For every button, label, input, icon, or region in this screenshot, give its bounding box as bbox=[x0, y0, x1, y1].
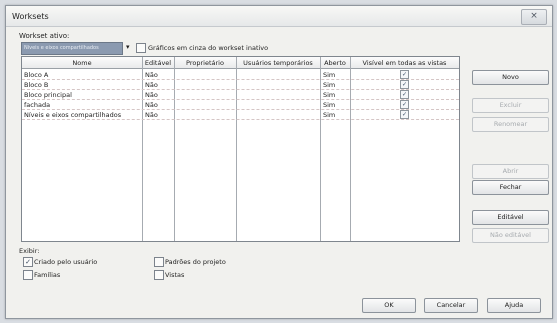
chevron-down-icon[interactable]: ▾ bbox=[126, 43, 130, 51]
row-visible-checkbox[interactable]: ✓ bbox=[400, 110, 409, 119]
created-by-user-checkbox[interactable]: ✓ bbox=[23, 257, 33, 267]
cancel-button[interactable]: Cancelar bbox=[424, 298, 478, 313]
row-open[interactable]: Sim bbox=[323, 101, 335, 109]
table-header: Nome Editável Proprietário Usuários temp… bbox=[22, 57, 459, 69]
header-temp-users: Usuários temporários bbox=[243, 59, 313, 67]
families-checkbox[interactable] bbox=[23, 270, 33, 280]
worksets-dialog: Worksets × Workset ativo: Níveis e eixos… bbox=[5, 5, 553, 319]
active-workset-select[interactable]: Níveis e eixos compartilhados bbox=[21, 42, 123, 55]
row-visible-checkbox[interactable]: ✓ bbox=[400, 80, 409, 89]
open-button[interactable]: Abrir bbox=[472, 164, 549, 179]
row-editable[interactable]: Não bbox=[145, 91, 158, 99]
row-name: Bloco principal bbox=[24, 91, 72, 99]
gray-inactive-checkbox[interactable] bbox=[136, 43, 146, 53]
active-workset-label: Workset ativo: bbox=[19, 32, 70, 40]
header-name: Nome bbox=[72, 59, 92, 67]
rename-button[interactable]: Renomear bbox=[472, 117, 549, 132]
gray-inactive-label: Gráficos em cinza do workset inativo bbox=[148, 44, 269, 52]
delete-button[interactable]: Excluir bbox=[472, 98, 549, 113]
row-editable[interactable]: Não bbox=[145, 111, 158, 119]
row-visible-checkbox[interactable]: ✓ bbox=[400, 70, 409, 79]
row-open[interactable]: Sim bbox=[323, 111, 335, 119]
row-open[interactable]: Sim bbox=[323, 71, 335, 79]
worksets-table: Nome Editável Proprietário Usuários temp… bbox=[21, 56, 460, 242]
views-checkbox[interactable] bbox=[154, 270, 164, 280]
row-visible-checkbox[interactable]: ✓ bbox=[400, 90, 409, 99]
help-button[interactable]: Ajuda bbox=[487, 298, 541, 313]
row-name: Bloco B bbox=[24, 81, 49, 89]
views-label: Vistas bbox=[165, 271, 185, 279]
row-open[interactable]: Sim bbox=[323, 81, 335, 89]
editable-button[interactable]: Editável bbox=[472, 210, 549, 225]
header-editable: Editável bbox=[144, 59, 172, 67]
window-title: Worksets bbox=[12, 12, 49, 21]
families-label: Famílias bbox=[34, 271, 61, 279]
close-workset-button[interactable]: Fechar bbox=[472, 180, 549, 195]
table-row[interactable]: Níveis e eixos compartilhados Não Sim ✓ bbox=[22, 109, 459, 120]
active-workset-value: Níveis e eixos compartilhados bbox=[24, 45, 99, 51]
close-icon[interactable]: × bbox=[521, 9, 547, 25]
project-standards-checkbox[interactable] bbox=[154, 257, 164, 267]
not-editable-button[interactable]: Não editável bbox=[472, 228, 549, 243]
row-editable[interactable]: Não bbox=[145, 71, 158, 79]
header-open: Aberto bbox=[324, 59, 346, 67]
created-by-user-label: Criado pelo usuário bbox=[34, 258, 98, 266]
header-owner: Proprietário bbox=[186, 59, 224, 67]
row-open[interactable]: Sim bbox=[323, 91, 335, 99]
row-name: Níveis e eixos compartilhados bbox=[24, 111, 122, 119]
title-bar: Worksets × bbox=[6, 6, 552, 27]
project-standards-label: Padrões do projeto bbox=[165, 258, 226, 266]
row-editable[interactable]: Não bbox=[145, 81, 158, 89]
header-visible: Visível em todas as vistas bbox=[362, 59, 447, 67]
ok-button[interactable]: OK bbox=[362, 298, 416, 313]
row-visible-checkbox[interactable]: ✓ bbox=[400, 100, 409, 109]
row-editable[interactable]: Não bbox=[145, 101, 158, 109]
row-name: Bloco A bbox=[24, 71, 49, 79]
new-button[interactable]: Novo bbox=[472, 70, 549, 85]
show-label: Exibir: bbox=[19, 247, 40, 255]
row-name: fachada bbox=[24, 101, 51, 109]
